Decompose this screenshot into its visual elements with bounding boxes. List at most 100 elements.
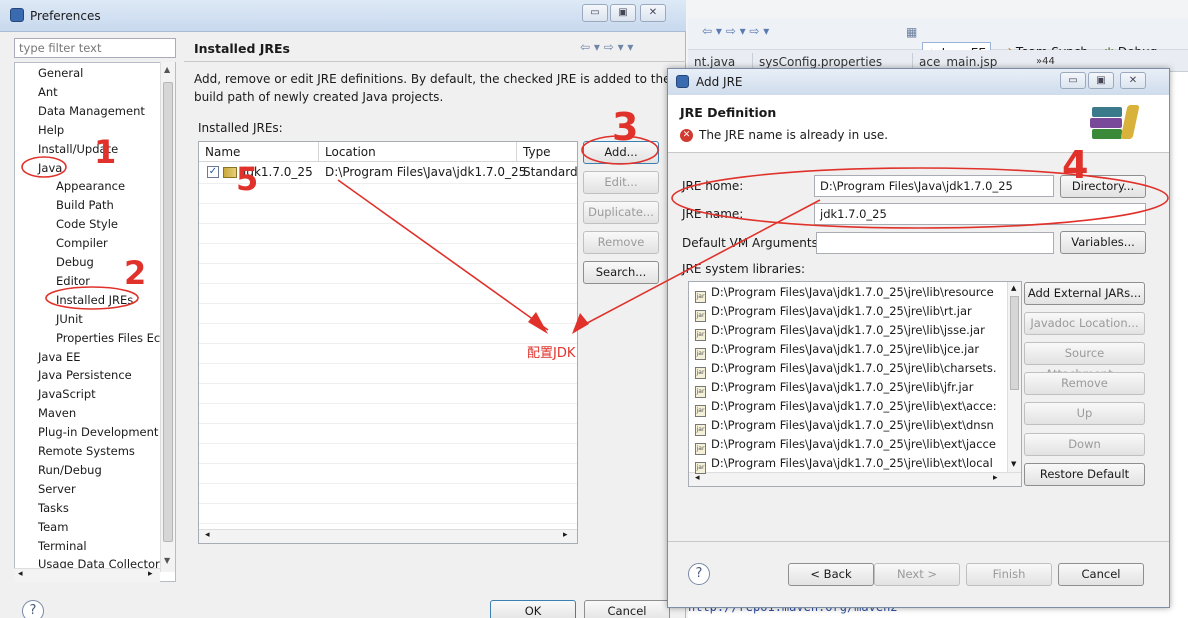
scroll-right-icon[interactable]: ▸ — [148, 569, 153, 579]
directory-button[interactable]: Directory... — [1060, 175, 1146, 198]
column-location[interactable]: Location — [319, 142, 517, 162]
tree-vertical-scrollbar[interactable]: ▲ ▼ — [160, 62, 175, 572]
tree-item[interactable]: Plug-in Development — [15, 423, 158, 442]
libs-vertical-scrollbar[interactable]: ▲ ▼ — [1007, 282, 1021, 472]
tree-item[interactable]: Editor — [15, 272, 90, 291]
table-scroll-right-icon[interactable]: ▸ — [563, 530, 568, 540]
tree-item[interactable]: Team — [15, 518, 68, 537]
tree-item[interactable]: Run/Debug — [15, 461, 102, 480]
tree-item[interactable]: Appearance — [15, 177, 125, 196]
library-item[interactable]: jar D:\Program Files\Java\jdk1.7.0_25\jre… — [695, 378, 973, 398]
down-button[interactable]: Down — [1024, 433, 1145, 456]
jre-name-field[interactable]: jdk1.7.0_25 — [814, 203, 1146, 225]
table-gridline — [199, 503, 577, 504]
remove-button[interactable]: Remove — [583, 231, 659, 254]
tree-item[interactable]: Maven — [15, 404, 76, 423]
minimize-button[interactable]: ▭ — [582, 4, 608, 22]
libs-scroll-up-icon[interactable]: ▲ — [1011, 284, 1016, 292]
vm-args-field[interactable] — [816, 232, 1054, 254]
page-nav-arrows-icon[interactable]: ⇦ ▾ ⇨ ▾ ▾ — [580, 40, 633, 54]
jre-checkbox[interactable]: ✓ — [207, 166, 219, 178]
javadoc-location-button[interactable]: Javadoc Location... — [1024, 312, 1145, 335]
library-item[interactable]: jar D:\Program Files\Java\jdk1.7.0_25\jre… — [695, 397, 997, 417]
nav-arrows-icon[interactable]: ⇦ ▾ ⇨ ▾ ⇨ ▾ — [702, 24, 769, 38]
tree-item[interactable]: Compiler — [15, 234, 108, 253]
page-description: Add, remove or edit JRE definitions. By … — [194, 72, 671, 104]
finish-button[interactable]: Finish — [966, 563, 1052, 586]
restore-default-button[interactable]: Restore Default — [1024, 463, 1145, 486]
variables-button[interactable]: Variables... — [1060, 231, 1146, 254]
tree-item[interactable]: Java EE — [15, 348, 80, 367]
close-button[interactable]: ✕ — [640, 4, 666, 22]
library-item[interactable]: jar D:\Program Files\Java\jdk1.7.0_25\jre… — [695, 302, 972, 322]
tree-item[interactable]: Java Persistence — [15, 366, 132, 385]
open-perspective-icon[interactable]: ▦ — [906, 25, 917, 39]
tree-item[interactable]: Data Management — [15, 102, 145, 121]
library-item[interactable]: jar D:\Program Files\Java\jdk1.7.0_25\jre… — [695, 416, 994, 436]
maximize-button[interactable]: ▣ — [610, 4, 636, 22]
library-item[interactable]: jar D:\Program Files\Java\jdk1.7.0_25\jre… — [695, 340, 979, 360]
tree-item[interactable]: General — [15, 64, 83, 83]
lib-remove-button[interactable]: Remove — [1024, 372, 1145, 395]
column-name[interactable]: Name — [199, 142, 319, 162]
library-item[interactable]: jar D:\Program Files\Java\jdk1.7.0_25\jre… — [695, 454, 993, 474]
search-button[interactable]: Search... — [583, 261, 659, 284]
tree-item[interactable]: Code Style — [15, 215, 118, 234]
tree-item[interactable]: Install/Update — [15, 140, 118, 159]
dialog-maximize-button[interactable]: ▣ — [1088, 72, 1114, 89]
libs-scroll-down-icon[interactable]: ▼ — [1011, 460, 1016, 468]
library-item[interactable]: jar D:\Program Files\Java\jdk1.7.0_25\jre… — [695, 435, 996, 455]
back-button[interactable]: < Back — [788, 563, 874, 586]
tree-item[interactable]: Installed JREs — [15, 291, 133, 310]
dialog-close-button[interactable]: ✕ — [1120, 72, 1146, 89]
table-row[interactable]: ✓ jdk1.7.0_25 D:\Program Files\Java\jdk1… — [199, 163, 578, 183]
tree-item[interactable]: Build Path — [15, 196, 114, 215]
edit-button[interactable]: Edit... — [583, 171, 659, 194]
table-gridline — [199, 243, 577, 244]
dialog-minimize-button[interactable]: ▭ — [1060, 72, 1086, 89]
column-type[interactable]: Type — [517, 142, 577, 162]
tree-item[interactable]: Terminal — [15, 537, 87, 556]
tree-scroll-thumb[interactable] — [163, 82, 173, 542]
scroll-down-icon[interactable]: ▼ — [164, 556, 170, 565]
ok-button[interactable]: OK — [490, 600, 576, 618]
table-scroll-left-icon[interactable]: ◂ — [205, 530, 210, 540]
add-external-jars-button[interactable]: Add External JARs... — [1024, 282, 1145, 305]
help-icon[interactable]: ? — [22, 600, 44, 618]
libs-scroll-left-icon[interactable]: ◂ — [695, 473, 700, 483]
tree-item[interactable]: Server — [15, 480, 76, 499]
library-item[interactable]: jar D:\Program Files\Java\jdk1.7.0_25\jre… — [695, 359, 997, 379]
tree-item[interactable]: Tasks — [15, 499, 69, 518]
jar-icon: jar — [695, 462, 706, 474]
tree-item[interactable]: Ant — [15, 83, 58, 102]
libs-horizontal-scrollbar[interactable]: ◂ ▸ — [689, 472, 1021, 486]
library-item[interactable]: jar D:\Program Files\Java\jdk1.7.0_25\jre… — [695, 321, 985, 341]
tree-horizontal-scrollbar[interactable]: ◂ ▸ — [14, 568, 160, 582]
tree-item[interactable]: JavaScript — [15, 385, 96, 404]
source-attachment-button[interactable]: Source Attachment... — [1024, 342, 1145, 381]
preferences-cancel-button[interactable]: Cancel — [584, 600, 670, 618]
tree-item[interactable]: Remote Systems — [15, 442, 135, 461]
tree-item[interactable]: JUnit — [15, 310, 83, 329]
error-message: The JRE name is already in use. — [699, 128, 889, 142]
libs-scroll-thumb[interactable] — [1010, 296, 1019, 390]
tree-item[interactable]: Java — [15, 159, 62, 178]
filter-input[interactable]: type filter text — [14, 38, 176, 58]
next-button[interactable]: Next > — [874, 563, 960, 586]
add-jre-dialog: Add JRE ▭ ▣ ✕ JRE Definition ✕ The JRE n… — [667, 68, 1170, 608]
library-item[interactable]: jar D:\Program Files\Java\jdk1.7.0_25\jre… — [695, 283, 994, 303]
dialog-help-icon[interactable]: ? — [688, 563, 710, 585]
add-button[interactable]: Add... — [583, 141, 659, 164]
tree-item[interactable]: Properties Files Ec — [15, 329, 160, 348]
table-horizontal-scrollbar[interactable]: ◂ ▸ — [199, 529, 577, 543]
up-button[interactable]: Up — [1024, 402, 1145, 425]
tree-item[interactable]: Help — [15, 121, 64, 140]
scroll-left-icon[interactable]: ◂ — [18, 569, 23, 579]
jre-row-type: Standard — [523, 165, 578, 179]
duplicate-button[interactable]: Duplicate... — [583, 201, 659, 224]
tree-item[interactable]: Debug — [15, 253, 94, 272]
scroll-up-icon[interactable]: ▲ — [164, 65, 170, 74]
jre-home-field[interactable]: D:\Program Files\Java\jdk1.7.0_25 — [814, 175, 1054, 197]
libs-scroll-right-icon[interactable]: ▸ — [993, 473, 998, 483]
dialog-cancel-button[interactable]: Cancel — [1058, 563, 1144, 586]
